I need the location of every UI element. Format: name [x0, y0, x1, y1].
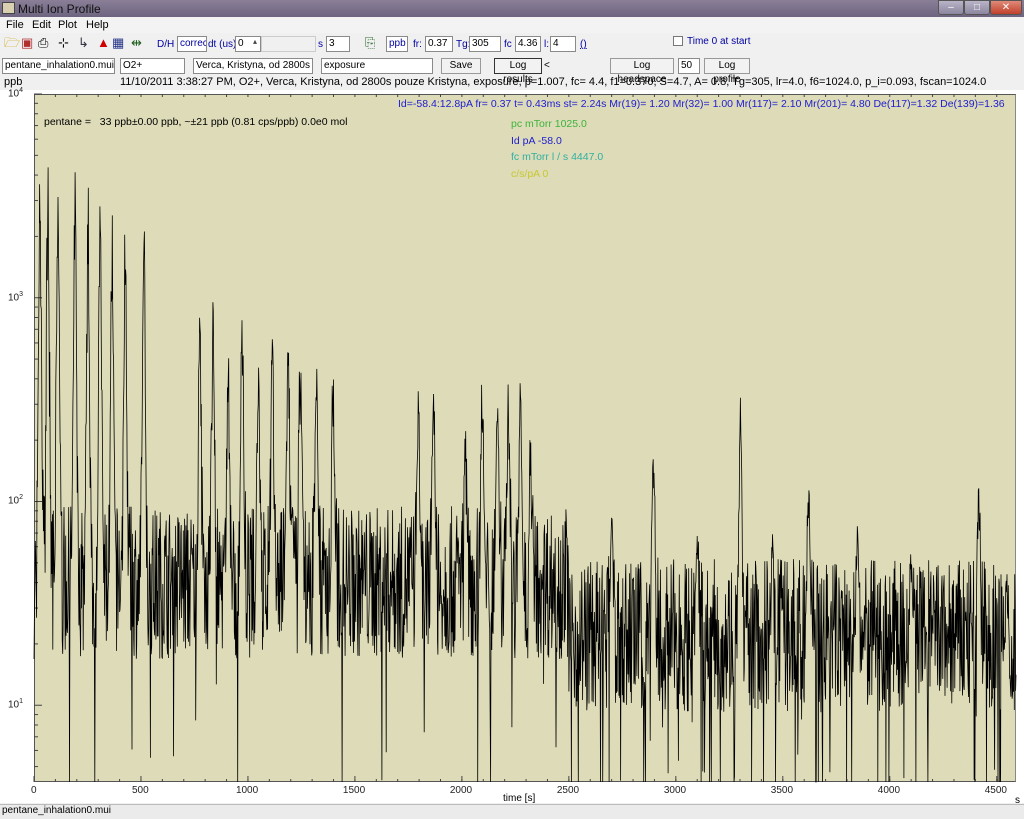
fr-input[interactable]: 0.37: [425, 36, 453, 52]
info-bar: ppb 11/10/2011 3:38:27 PM, O2+, Verca, K…: [0, 76, 1024, 90]
table-icon[interactable]: ▦: [112, 36, 124, 50]
split-icon[interactable]: ⇹: [131, 36, 142, 50]
signal-line: [33, 167, 1017, 783]
arrow-button[interactable]: <: [544, 60, 550, 71]
s-input[interactable]: 3: [326, 36, 350, 52]
ion-input[interactable]: O2+: [120, 58, 185, 74]
y-tick-label: 101: [8, 698, 24, 711]
x-tick-label: 4500: [984, 785, 1007, 796]
window-title: Multi Ion Profile: [18, 2, 101, 16]
minimize-button[interactable]: –: [938, 0, 964, 15]
arrow-up-icon[interactable]: ▲: [97, 36, 110, 50]
legend-id: Id pA -58.0: [511, 134, 562, 147]
info-text: 11/10/2011 3:38:27 PM, O2+, Verca, Krist…: [120, 76, 987, 88]
status-text: pentane_inhalation0.mui: [2, 805, 111, 816]
legend-fc: fc mTorr l / s 4447.0: [511, 151, 604, 163]
tg-input[interactable]: 305: [469, 36, 501, 52]
y-tick-label: 102: [8, 494, 24, 507]
title-bar: Multi Ion Profile – □ ✕: [0, 0, 1024, 17]
time0-label: Time 0 at start: [687, 36, 751, 47]
legend-pc: pc mTorr 1025.0: [511, 118, 587, 130]
toolbar: [0, 33, 1024, 55]
menu-edit[interactable]: Edit: [32, 19, 51, 31]
y-tick-label: 104: [8, 87, 24, 100]
menu-plot[interactable]: Plot: [58, 19, 77, 31]
legend: pc mTorr 1025.0 Id pA -58.0 fc mTorr l /…: [511, 116, 603, 182]
plot-params: Id=-58.4:12.8pA fr= 0.37 t= 0.43ms st= 2…: [398, 98, 1005, 110]
x-axis-label: time [s]: [503, 793, 536, 804]
close-button[interactable]: ✕: [990, 0, 1022, 15]
chart: [33, 93, 1017, 783]
log-results-button[interactable]: Log results: [494, 58, 542, 85]
x-tick-label: 3500: [770, 785, 794, 796]
x-tick-label: 1500: [342, 785, 366, 796]
l-input[interactable]: 4: [550, 36, 576, 52]
dt-label: dt (us): [208, 39, 237, 50]
open-folder-icon[interactable]: 🗁: [4, 36, 20, 50]
time0-checkbox[interactable]: [673, 36, 683, 46]
save-button[interactable]: Save: [441, 58, 481, 74]
menu-help[interactable]: Help: [86, 19, 109, 31]
x-tick-label: 2000: [449, 785, 473, 796]
fr-label: fr:: [413, 39, 422, 50]
unit-field[interactable]: ppb: [386, 36, 408, 52]
x-tick-label: 1000: [235, 785, 259, 796]
x-tick-label: 0: [31, 785, 37, 796]
correct-field[interactable]: correct: [177, 36, 207, 52]
dt-spinner[interactable]: ▴: [253, 37, 257, 46]
copy-icon[interactable]: ⎘: [365, 36, 375, 50]
status-bar: pentane_inhalation0.mui: [0, 804, 1024, 819]
type-input[interactable]: exposure: [321, 58, 433, 74]
n-input[interactable]: 50: [678, 58, 700, 74]
log-axis-icon[interactable]: ↳: [78, 36, 89, 50]
fc-label: fc: [504, 39, 512, 50]
y-tick-label: 103: [8, 290, 24, 304]
print-icon[interactable]: ⎙: [38, 36, 48, 50]
open-file-icon[interactable]: ▣: [21, 36, 33, 50]
result-text: pentane = 33 ppb±0.00 ppb, ~±21 ppb (0.8…: [44, 116, 348, 128]
note-input[interactable]: Verca, Kristyna, od 2800s pou: [193, 58, 313, 74]
x-tick-label: 3000: [663, 785, 687, 796]
x-tick-label: 2500: [556, 785, 580, 796]
log-headspace-button[interactable]: Log headspace: [610, 58, 674, 85]
blank-field: [261, 36, 316, 52]
s-label: s: [318, 39, 323, 50]
axes-icon[interactable]: ⊹: [58, 36, 69, 50]
dh-label: D/H: [157, 39, 175, 50]
legend-cs: c/s/pA 0: [511, 167, 549, 180]
menu-bar: File Edit Plot Help: [0, 17, 1024, 33]
l-label: l:: [544, 39, 549, 50]
dt-input[interactable]: 0: [235, 36, 261, 52]
menu-file[interactable]: File: [6, 19, 24, 31]
maximize-button[interactable]: □: [964, 0, 990, 15]
app-icon: [2, 2, 15, 14]
log-profile-button[interactable]: Log profile: [704, 58, 750, 85]
file-input[interactable]: pentane_inhalation0.mui: [2, 58, 115, 74]
paren-button[interactable]: (): [580, 39, 587, 50]
x-tick-label: 500: [131, 785, 149, 796]
x-tick-label: 4000: [877, 785, 901, 796]
fc-input[interactable]: 4.36: [515, 36, 541, 52]
